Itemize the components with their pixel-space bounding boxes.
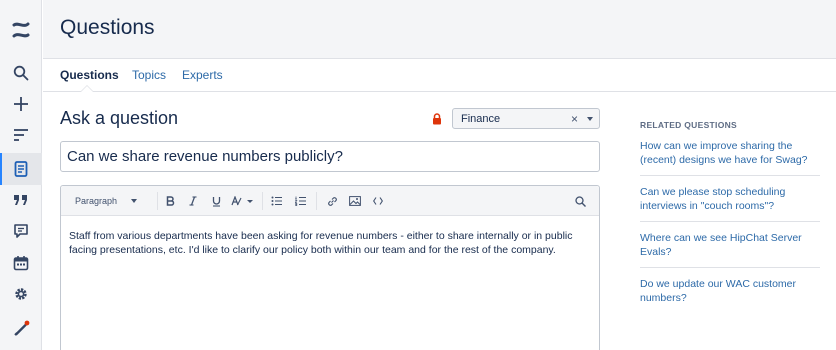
related-questions: RELATED QUESTIONS How can we improve sha… [640, 120, 820, 322]
page-icon[interactable] [0, 153, 42, 185]
related-question-link[interactable]: Where can we see HipChat Server Evals? [640, 231, 820, 268]
bullet-list-button[interactable] [269, 192, 283, 210]
activity-icon[interactable] [0, 119, 42, 151]
search-icon[interactable] [0, 57, 42, 89]
plus-icon[interactable] [0, 88, 42, 120]
italic-button[interactable] [186, 192, 200, 210]
comment-icon[interactable] [0, 215, 42, 247]
lock-icon [432, 112, 442, 130]
tab-questions[interactable]: Questions [60, 68, 119, 82]
gear-icon[interactable] [0, 278, 42, 310]
page-title: Questions [60, 16, 155, 39]
toolbar-divider [157, 192, 158, 210]
page-header: Questions [43, 0, 836, 59]
toolbar-divider [316, 192, 317, 210]
quote-icon[interactable] [0, 184, 42, 216]
question-body-text[interactable]: Staff from various departments have been… [69, 229, 594, 257]
tab-bar: Questions Topics Experts [43, 60, 836, 92]
paragraph-style-label: Paragraph [75, 196, 118, 206]
logo-icon[interactable] [0, 14, 42, 46]
toolbar-divider [262, 192, 263, 210]
clear-icon[interactable]: × [571, 112, 578, 126]
ask-question-heading: Ask a question [60, 108, 179, 128]
chevron-down-icon[interactable] [587, 117, 593, 121]
question-editor[interactable]: Paragraph Staff from various departments… [60, 185, 600, 350]
underline-button[interactable] [209, 192, 223, 210]
calendar-icon[interactable] [0, 247, 42, 279]
tab-topics[interactable]: Topics [132, 68, 166, 82]
active-tab-indicator [80, 85, 94, 92]
space-select[interactable]: Finance × [452, 108, 600, 129]
find-replace-icon[interactable] [573, 192, 587, 210]
paragraph-style-select[interactable]: Paragraph [75, 192, 147, 210]
code-icon[interactable] [371, 192, 385, 210]
editor-toolbar: Paragraph [61, 186, 599, 216]
numbered-list-button[interactable] [293, 192, 307, 210]
related-question-link[interactable]: Do we update our WAC customer numbers? [640, 277, 820, 313]
chevron-down-icon [131, 199, 138, 203]
link-icon[interactable] [325, 192, 339, 210]
left-rail [0, 0, 42, 350]
image-icon[interactable] [348, 192, 362, 210]
question-title-input[interactable] [60, 141, 600, 172]
space-select-value: Finance [461, 113, 501, 125]
related-question-link[interactable]: How can we improve sharing the (recent) … [640, 139, 820, 176]
text-color-button[interactable] [229, 192, 255, 210]
related-questions-heading: RELATED QUESTIONS [640, 120, 738, 130]
bold-button[interactable] [163, 192, 177, 210]
tab-experts[interactable]: Experts [182, 68, 223, 82]
rocket-icon[interactable] [0, 313, 42, 345]
related-question-link[interactable]: Can we please stop scheduling interviews… [640, 185, 820, 222]
